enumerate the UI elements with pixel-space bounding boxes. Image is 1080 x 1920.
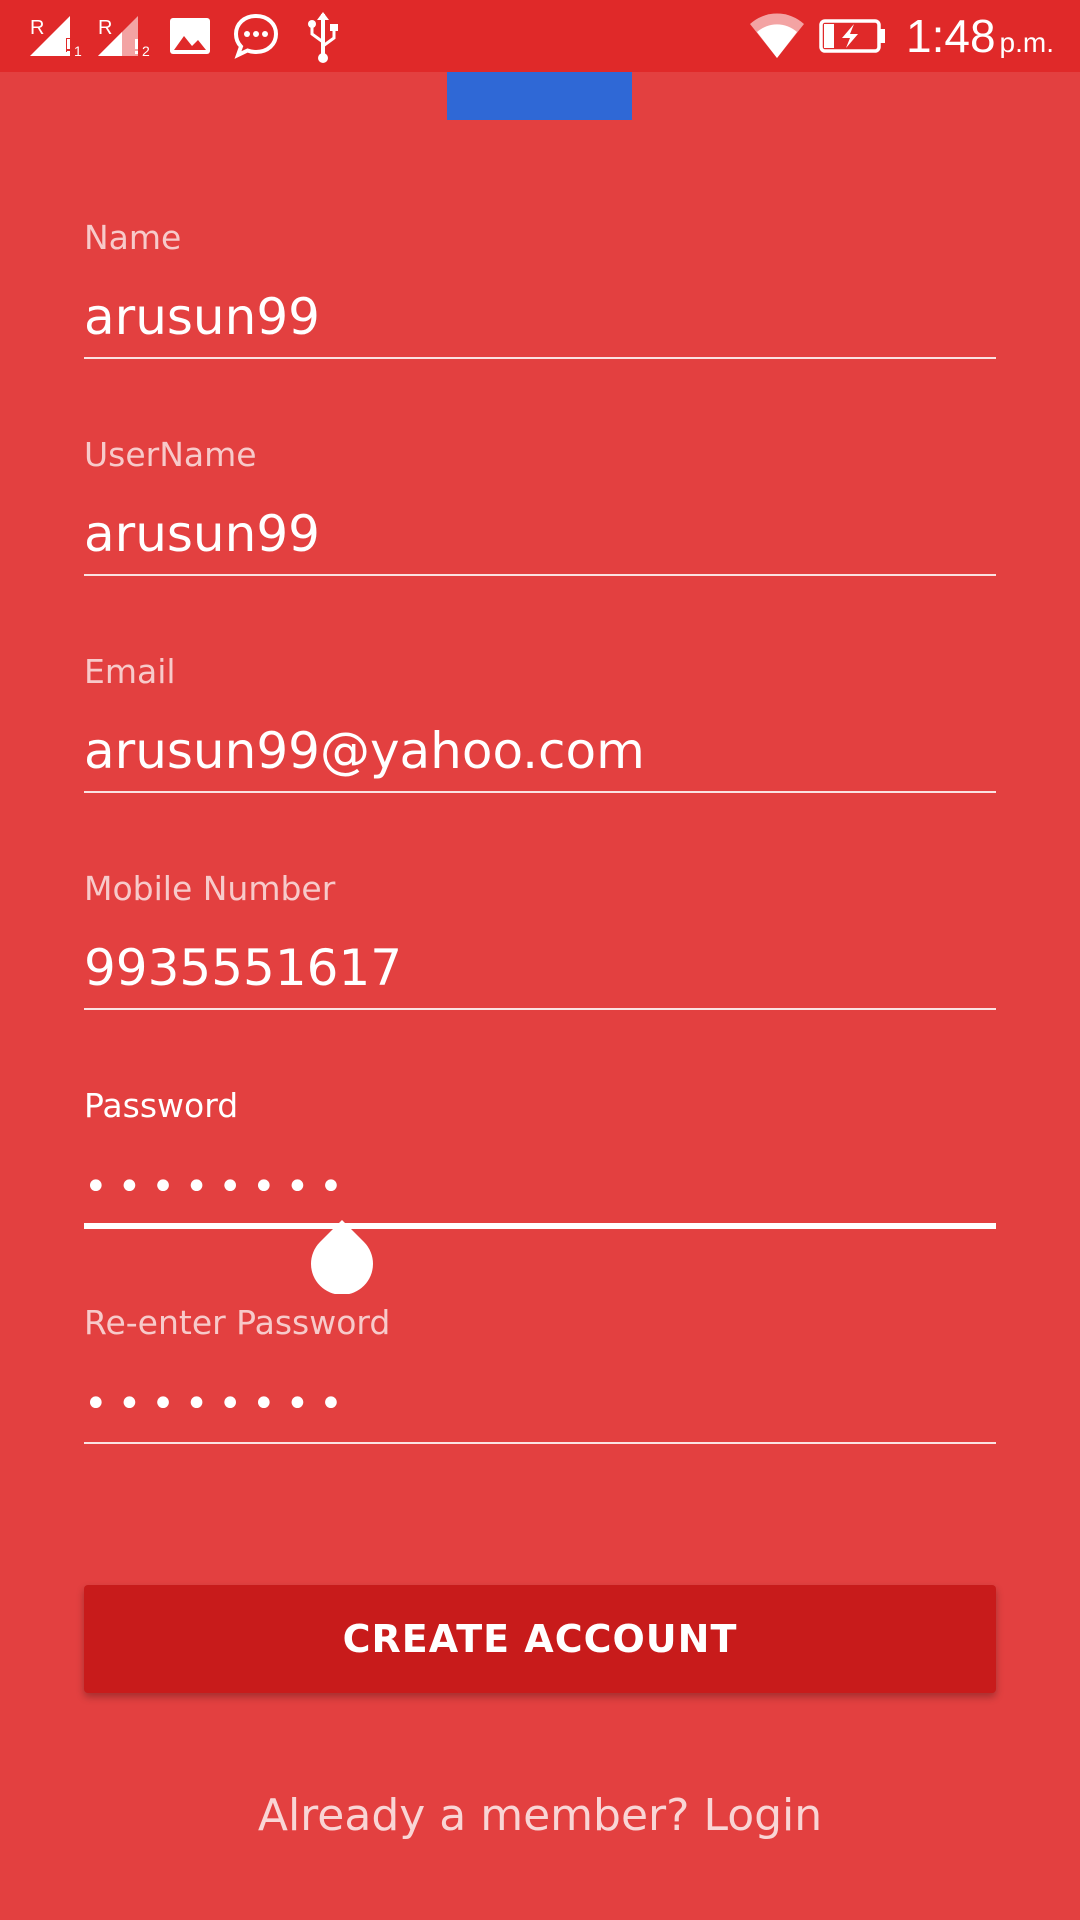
name-label: Name: [84, 218, 182, 257]
reenter-password-underline: [84, 1442, 996, 1444]
create-account-button[interactable]: CREATE ACCOUNT: [84, 1585, 996, 1693]
name-underline: [84, 357, 996, 359]
mobile-number-label: Mobile Number: [84, 869, 336, 908]
email-label: Email: [84, 652, 176, 691]
name-input[interactable]: arusun99: [84, 288, 996, 346]
signal-sim1-icon: R 1: [30, 16, 82, 59]
username-underline: [84, 574, 996, 576]
email-input[interactable]: arusun99@yahoo.com: [84, 722, 996, 780]
mobile-number-input[interactable]: 9935551617: [84, 939, 996, 997]
mobile-number-underline: [84, 1008, 996, 1010]
username-label: UserName: [84, 435, 257, 474]
password-underline: [84, 1223, 996, 1229]
svg-text:1: 1: [74, 43, 82, 59]
message-icon: [233, 13, 279, 59]
svg-text:R: R: [98, 17, 112, 39]
password-label: Password: [84, 1086, 239, 1125]
header-block: [447, 72, 632, 120]
battery-charging-icon: [819, 19, 885, 53]
reenter-password-input[interactable]: ••••••••: [84, 1381, 996, 1427]
wifi-icon: [750, 13, 804, 58]
svg-text:R: R: [30, 17, 44, 39]
login-link[interactable]: Already a member? Login: [0, 1790, 1080, 1841]
svg-text:2: 2: [142, 43, 150, 59]
gallery-icon: [170, 18, 210, 54]
password-input[interactable]: ••••••••: [84, 1164, 996, 1210]
status-bar: R 1 R 2 1:48 p.m.: [0, 0, 1080, 72]
usb-icon: [308, 12, 338, 63]
username-input[interactable]: arusun99: [84, 505, 996, 563]
signal-sim2-icon: R 2: [98, 16, 150, 59]
status-time: 1:48 p.m.: [906, 10, 1054, 62]
reenter-password-label: Re-enter Password: [84, 1303, 391, 1342]
email-underline: [84, 791, 996, 793]
text-cursor-handle[interactable]: [311, 1218, 373, 1294]
